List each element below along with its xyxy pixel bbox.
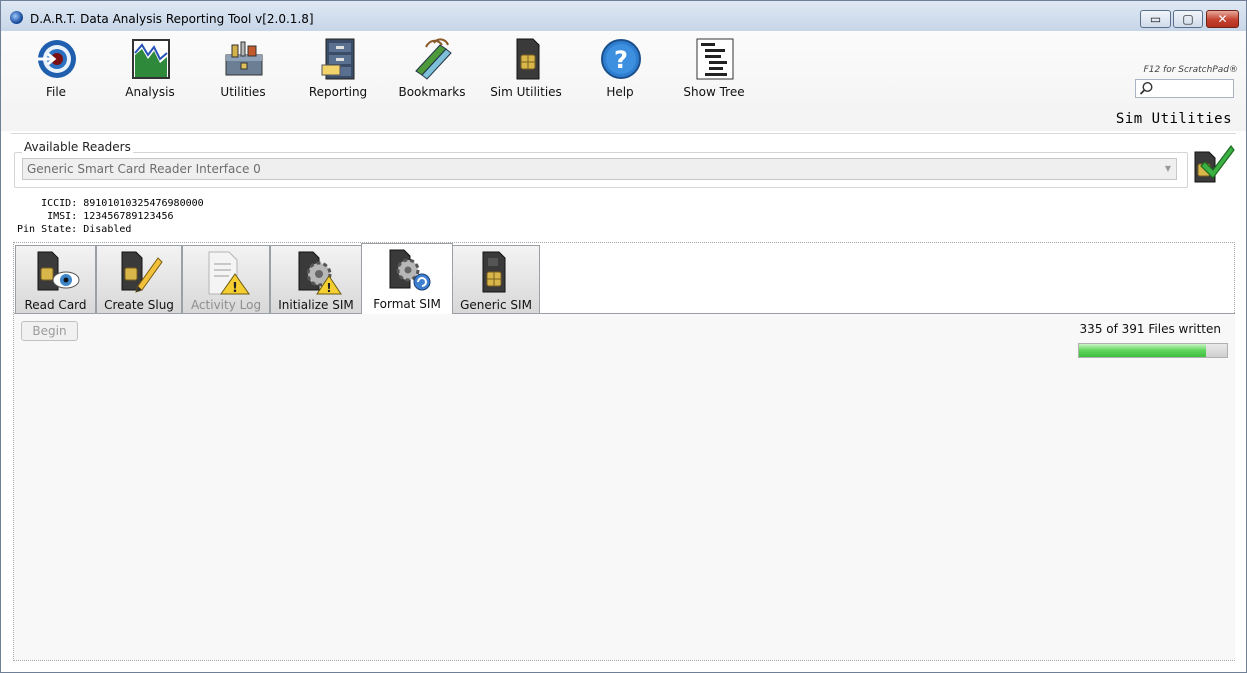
pin-state-label: Pin State: [17,224,78,235]
tab-initialize-sim[interactable]: ! Initialize SIM [270,245,362,313]
toolbar-label: Show Tree [683,85,745,99]
svg-text:!: ! [232,281,238,296]
search-input[interactable] [1135,79,1234,98]
toolbar-label: File [45,85,67,99]
file-target-icon [38,40,76,78]
tab-label: Generic SIM [460,298,532,312]
files-progress-bar [1078,343,1228,358]
create-slug-icon [121,251,163,293]
imsi-value: 123456789123456 [83,211,174,222]
read-card-icon [37,251,80,291]
toolbar-label: Reporting [308,85,368,99]
minimize-icon: ▭ [1149,12,1162,26]
tree-icon [696,38,734,80]
close-icon: ✕ [1217,12,1228,26]
iccid-row: ICCID: 89101010325476980000 [17,198,204,209]
toolbar-label: Analysis [125,85,175,99]
toolbar-bookmarks-button[interactable]: Bookmarks [387,35,477,101]
files-progress-fill [1079,344,1206,357]
filing-cabinet-icon [321,38,355,80]
toolbar-label: Utilities [220,85,266,99]
section-title: Sim Utilities [1115,111,1232,127]
main-toolbar: File Analysis Utilities Reporting Bookma… [1,31,1246,134]
tab-label: Format SIM [373,297,441,311]
pin-state-value: Disabled [83,224,132,235]
maximize-button[interactable]: ▢ [1173,10,1203,28]
generic-sim-icon [482,251,506,293]
toolbar-divider [11,133,1236,134]
activity-log-icon: ! [208,251,250,296]
toolbar-label: Sim Utilities [490,85,562,99]
progress-status: 335 of 391 Files written [1079,322,1221,336]
pin-state-row: Pin State: Disabled [17,224,131,235]
toolbox-icon [225,41,263,76]
sim-info: ICCID: 89101010325476980000 IMSI: 123456… [17,197,204,236]
toolbar-help-button[interactable]: ? Help [575,35,665,101]
app-window: D.A.R.T. Data Analysis Reporting Tool v[… [0,0,1247,673]
toolbar-analysis-button[interactable]: Analysis [105,35,195,101]
imsi-row: IMSI: 123456789123456 [17,211,174,222]
maximize-icon: ▢ [1182,12,1194,26]
tab-read-card[interactable]: Read Card [15,245,96,313]
minimize-button[interactable]: ▭ [1140,10,1171,28]
tab-label: Read Card [24,298,87,312]
tab-label: Initialize SIM [278,298,354,312]
begin-button[interactable]: Begin [21,321,78,341]
bookmarks-icon [415,38,452,80]
toolbar-file-button[interactable]: File [11,35,101,101]
tab-activity-log[interactable]: ! Activity Log [182,245,270,313]
imsi-label: IMSI: [47,211,78,222]
app-logo-icon [10,11,23,24]
svg-text:!: ! [326,281,331,295]
tab-label: Create Slug [104,298,174,312]
help-icon: ? [601,39,641,79]
analysis-chart-icon [132,39,170,79]
format-sim-icon [389,249,431,291]
initialize-sim-icon: ! [298,251,342,295]
connect-reader-button[interactable] [1191,142,1235,184]
iccid-label: ICCID: [41,198,78,209]
close-button[interactable]: ✕ [1206,10,1239,28]
toolbar-show-tree-button[interactable]: Show Tree [669,35,759,101]
reader-select[interactable]: Generic Smart Card Reader Interface 0 ▼ [22,158,1177,180]
scratchpad-hint: F12 for ScratchPad® [1143,65,1238,75]
title-bar[interactable]: D.A.R.T. Data Analysis Reporting Tool v[… [1,1,1246,31]
format-sim-panel [14,313,1235,660]
reader-select-value: Generic Smart Card Reader Interface 0 [27,162,261,176]
tab-label: Activity Log [190,298,262,312]
sim-card-icon [516,38,540,80]
toolbar-label: Bookmarks [398,85,466,99]
toolbar-utilities-button[interactable]: Utilities [198,35,288,101]
toolbar-label: Help [606,85,634,99]
window-title: D.A.R.T. Data Analysis Reporting Tool v[… [30,12,314,26]
tab-format-sim[interactable]: Format SIM [361,243,453,314]
tab-create-slug[interactable]: Create Slug [96,245,182,313]
readers-legend: Available Readers [22,140,133,154]
search-icon [1139,81,1153,95]
toolbar-reporting-button[interactable]: Reporting [293,35,383,101]
toolbar-sim-utilities-button[interactable]: Sim Utilities [481,35,571,101]
chevron-down-icon: ▼ [1164,164,1171,173]
tab-generic-sim[interactable]: Generic SIM [452,245,540,313]
svg-text:?: ? [614,46,628,74]
iccid-value: 89101010325476980000 [83,198,204,209]
